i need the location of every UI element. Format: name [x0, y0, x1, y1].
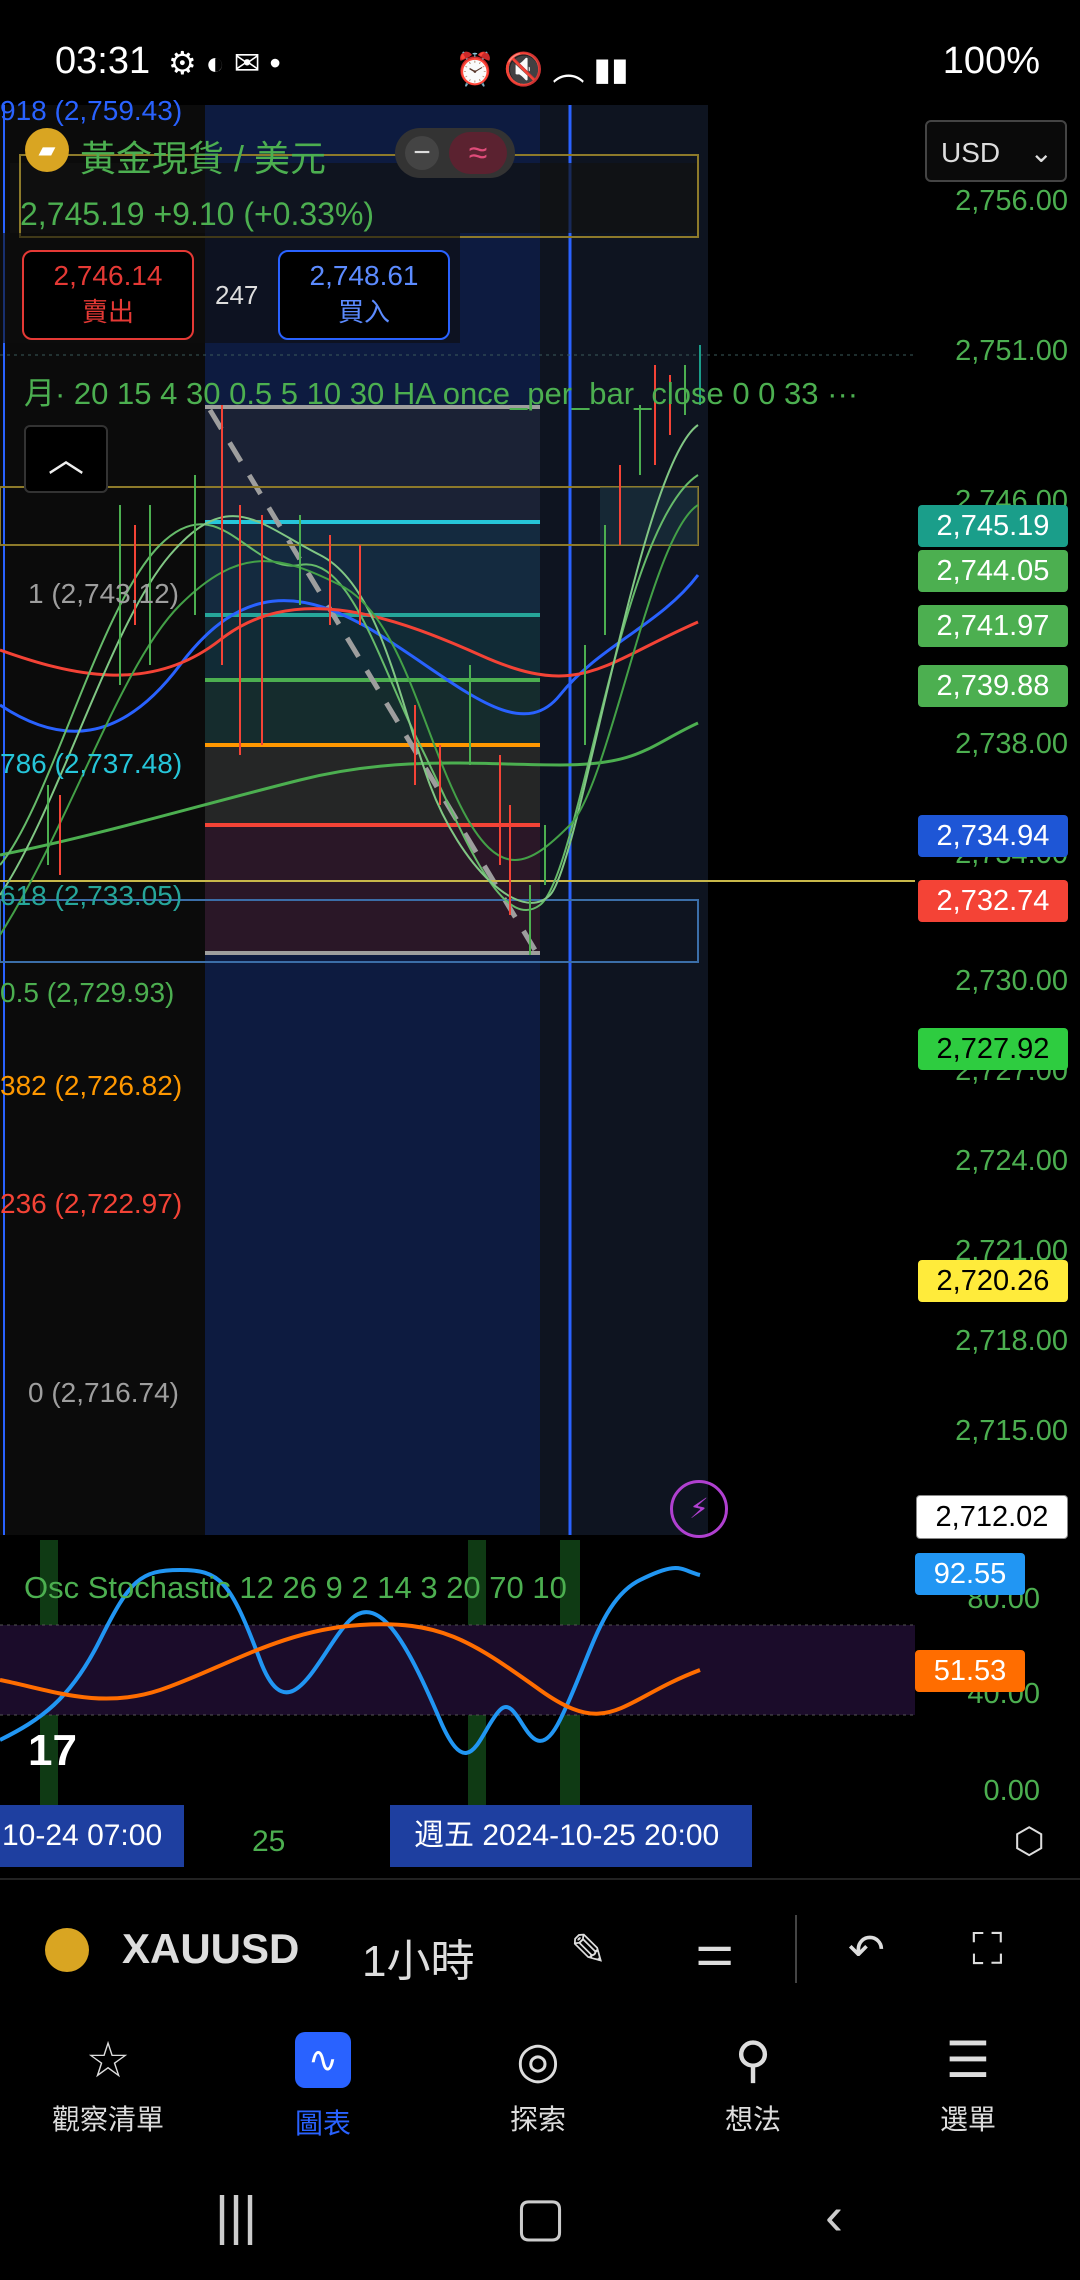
sell-label: 賣出: [81, 297, 134, 327]
price-axis-label: 2,718.00: [955, 1325, 1068, 1357]
sell-price: 2,746.14: [53, 260, 163, 291]
chevron-up-icon: ︿: [47, 438, 84, 479]
menu-icon: ☰: [945, 2032, 991, 2088]
time-tick-25: 25: [252, 1825, 286, 1858]
fullscreen-icon[interactable]: ⛶: [972, 1925, 1003, 1975]
price-tag: 2,745.19: [918, 505, 1068, 547]
gold-symbol-icon: [45, 1928, 89, 1972]
time-badge-left: 10-24 07:00: [0, 1805, 184, 1867]
currency-select[interactable]: USD ⌄: [925, 120, 1067, 182]
chart-settings-icon[interactable]: ⬡: [1014, 1820, 1045, 1862]
time-axis[interactable]: 10-24 07:00 25 週五 2024-10-25 20:00 ⬡: [0, 1805, 1080, 1875]
ticker-button[interactable]: XAUUSD: [122, 1925, 299, 1973]
oscillator-axis-label: 0.00: [983, 1775, 1040, 1807]
status-time: 03:31: [55, 40, 151, 82]
nav-ideas-label: 想法: [724, 2104, 781, 2135]
oscillator-tag: 51.53: [915, 1650, 1025, 1692]
battery-percent: 100%: [942, 40, 1040, 82]
oscillator-legend[interactable]: Osc Stochastic 12 26 9 2 14 3 20 70 10: [24, 1570, 567, 1606]
lightning-icon[interactable]: ⚡: [670, 1480, 728, 1538]
pencil-icon[interactable]: ✎: [570, 1925, 607, 1976]
fib-level-0: 0 (2,716.74): [28, 1377, 179, 1408]
nav-menu-label: 選單: [939, 2104, 996, 2135]
star-icon: ☆: [85, 2032, 131, 2088]
fib-level-236: 236 (2,722.97): [0, 1188, 183, 1219]
nav-chart-label: 圖表: [294, 2108, 351, 2139]
nav-watchlist-label: 觀察清單: [51, 2104, 164, 2135]
price-tag: 2,734.94: [918, 815, 1068, 857]
price-tag: 2,744.05: [918, 550, 1068, 592]
system-navigation: ||| ▢ ‹: [0, 2170, 1080, 2280]
nav-explore[interactable]: ◎ 探索: [458, 2028, 618, 2138]
sell-button[interactable]: 2,746.14 賣出: [22, 250, 194, 340]
price-tag: 2,741.97: [918, 605, 1068, 647]
spread-value: 247: [215, 280, 259, 310]
price-tag: 2,712.02: [916, 1495, 1068, 1539]
nav-chart[interactable]: ∿ 圖表: [243, 2028, 403, 2142]
nav-explore-label: 探索: [509, 2104, 566, 2135]
price-axis-label: 2,730.00: [955, 965, 1068, 997]
buy-button[interactable]: 2,748.61 買入: [278, 250, 450, 340]
chart-icon: ∿: [295, 2032, 351, 2088]
price-axis-label: 2,724.00: [955, 1145, 1068, 1177]
chevron-down-icon: ⌄: [1029, 137, 1053, 168]
undo-icon[interactable]: ↶: [848, 1925, 885, 1976]
bottom-navigation: ☆ 觀察清單 ∿ 圖表 ◎ 探索 ⚲ 想法 ☰ 選單: [0, 2018, 1080, 2168]
chart-mode-toggle[interactable]: − ≈: [395, 128, 515, 178]
fib-label-top: 918 (2,759.43): [0, 95, 183, 126]
fib-level-1: 1 (2,743.12): [28, 578, 179, 609]
indicator-legend[interactable]: 月· 20 15 4 30 0.5 5 10 30 HA once_per_ba…: [24, 368, 858, 413]
price-tag: 2,739.88: [918, 665, 1068, 707]
buy-label: 買入: [337, 297, 390, 327]
interval-button[interactable]: 1小時: [362, 1925, 474, 1989]
fib-level-786: 786 (2,737.48): [0, 748, 183, 779]
recent-apps-icon[interactable]: |||: [215, 2185, 257, 2247]
time-badge-crosshair: 週五 2024-10-25 20:00: [390, 1805, 752, 1867]
lightbulb-icon: ⚲: [734, 2032, 772, 2088]
home-icon[interactable]: ▢: [515, 2185, 566, 2248]
nav-watchlist[interactable]: ☆ 觀察清單: [28, 2028, 188, 2138]
buy-price: 2,748.61: [309, 260, 419, 291]
gold-bars-icon: ▰: [25, 128, 69, 172]
status-system-icons: ⏰ 🔇 ︵ ▮▮: [455, 51, 629, 87]
nav-menu[interactable]: ☰ 選單: [888, 2028, 1048, 2138]
sliders-icon[interactable]: ⚌: [695, 1925, 734, 1976]
compass-icon: ◎: [516, 2032, 560, 2088]
price-tag: 2,720.26: [918, 1260, 1068, 1302]
price-tag: 2,727.92: [918, 1028, 1068, 1070]
wave-icon: ≈: [449, 132, 507, 174]
price-axis-label: 2,715.00: [955, 1415, 1068, 1447]
minus-icon: −: [405, 136, 439, 170]
price-axis-label: 2,738.00: [955, 728, 1068, 760]
price-change-quote: 2,745.19 +9.10 (+0.33%): [20, 196, 375, 232]
collapse-legend-button[interactable]: ︿: [24, 425, 108, 493]
fib-level-05: 0.5 (2,729.93): [0, 977, 175, 1008]
back-icon[interactable]: ‹: [825, 2185, 843, 2247]
chart-toolbar: XAUUSD 1小時 ✎ ⚌ ↶ ⛶: [0, 1878, 1080, 2020]
price-tag: 2,732.74: [918, 880, 1068, 922]
oscillator-tag: 92.55: [915, 1553, 1025, 1595]
tradingview-logo-icon: 17: [28, 1726, 77, 1775]
symbol-title[interactable]: 黃金現貨 / 美元: [80, 130, 326, 182]
fib-level-382: 382 (2,726.82): [0, 1070, 183, 1101]
currency-value: USD: [941, 137, 1001, 168]
price-axis-label: 2,756.00: [955, 185, 1068, 217]
status-notification-icons: ⚙ ◐ ✉ •: [168, 45, 281, 81]
price-axis-label: 2,751.00: [955, 335, 1068, 367]
toolbar-divider: [795, 1915, 797, 1983]
nav-ideas[interactable]: ⚲ 想法: [673, 2028, 833, 2138]
fib-level-618: 618 (2,733.05): [0, 880, 183, 911]
